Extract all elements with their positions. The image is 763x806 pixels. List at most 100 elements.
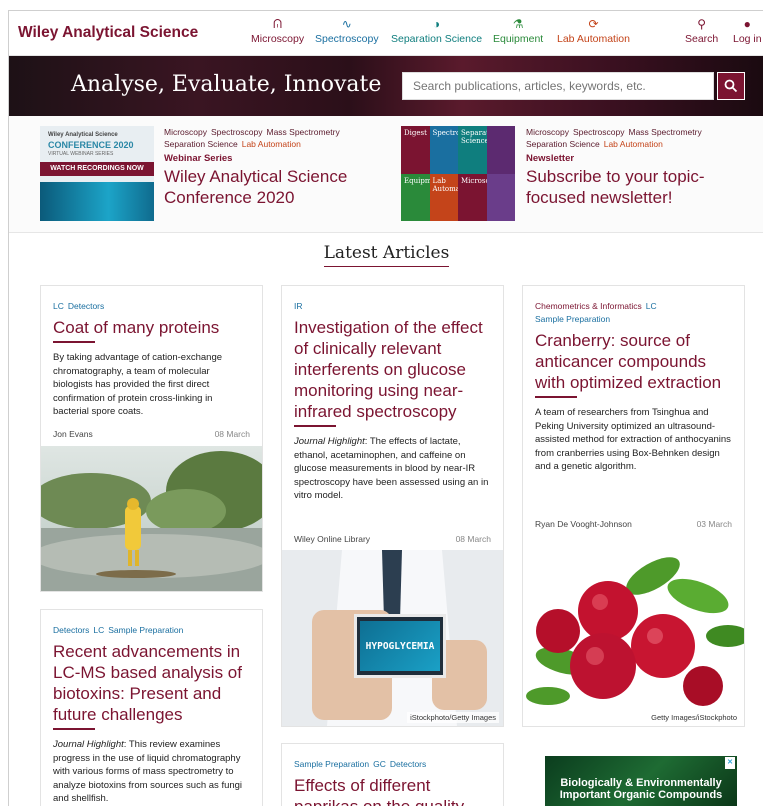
collage-tile: Lab Automation <box>429 173 458 221</box>
section-title: Latest Articles <box>323 243 450 267</box>
hero-title: Analyse, Evaluate, Innovate <box>71 72 382 97</box>
search-button[interactable] <box>717 72 745 100</box>
nav-separation-science[interactable]: ◑ Separation Science <box>391 17 482 45</box>
nav-label: Lab Automation <box>557 33 630 45</box>
tag-link[interactable]: Chemometrics & Informatics <box>535 301 642 311</box>
tag-link[interactable]: Microscopy <box>526 127 569 137</box>
tag-link[interactable]: Mass Spectrometry <box>266 127 339 137</box>
article-excerpt: A team of researchers from Tsinghua and … <box>535 407 731 472</box>
microscope-icon: ᕬ <box>273 17 282 31</box>
nav-label: Microscopy <box>251 33 305 45</box>
site-logo[interactable]: Wiley Analytical Science <box>18 24 198 42</box>
nav-equipment[interactable]: ⚗ Equipment <box>493 17 543 45</box>
nav-login[interactable]: ● Log in <box>733 17 762 45</box>
flood-photo-image[interactable] <box>41 446 262 591</box>
watch-recordings-button[interactable]: WATCH RECORDINGS NOW <box>40 162 154 176</box>
article-tags: Detectors LC Sample Preparation <box>53 624 250 637</box>
nav-label: Log in <box>733 33 762 45</box>
article-title[interactable]: Coat of many proteins <box>53 317 250 338</box>
article-card[interactable]: LC Detectors Coat of many proteins By tak… <box>40 285 263 592</box>
phone-screen: HYPOGLYCEMIA <box>354 614 446 678</box>
nav-search[interactable]: ⚲ Search <box>685 17 718 45</box>
promo-tags: Microscopy Spectroscopy Mass Spectrometry … <box>526 126 706 150</box>
tag-link[interactable]: Mass Spectrometry <box>628 127 701 137</box>
tag-link[interactable]: Separation Science <box>526 139 600 149</box>
title-accent <box>294 425 336 427</box>
collage-tile <box>486 126 515 174</box>
article-title[interactable]: Recent advancements in LC-MS based analy… <box>53 641 250 725</box>
article-excerpt: Journal Highlight: The effects of lactat… <box>294 435 491 503</box>
article-date: 03 March <box>696 519 732 529</box>
article-tags: LC Detectors <box>53 300 250 313</box>
tag-link[interactable]: Microscopy <box>164 127 207 137</box>
article-card[interactable]: Detectors LC Sample Preparation Recent adv… <box>40 609 263 806</box>
tag-link[interactable]: Detectors <box>68 301 104 311</box>
title-accent <box>53 728 95 730</box>
screen-text: HYPOGLYCEMIA <box>360 621 440 671</box>
promo-tags: Microscopy Spectroscopy Mass Spectrometry … <box>164 126 344 150</box>
top-navigation: Wiley Analytical Science ᕬ Microscopy ∿ … <box>9 11 763 56</box>
article-title[interactable]: Effects of different paprikas on the qua… <box>294 775 491 806</box>
banner-graphic <box>40 182 154 221</box>
banner-text: Wiley Analytical Science <box>48 132 118 138</box>
tag-link[interactable]: LC <box>93 625 104 635</box>
tag-link[interactable]: LC <box>53 301 64 311</box>
nav-microscopy[interactable]: ᕬ Microscopy <box>251 17 304 45</box>
promo-title[interactable]: Subscribe to your topic-focused newslett… <box>526 166 726 208</box>
nav-label: Search <box>685 33 719 45</box>
article-tags: Chemometrics & Informatics LC Sample Prep… <box>535 300 732 326</box>
tag-link[interactable]: Spectroscopy <box>573 127 625 137</box>
tag-link[interactable]: Sample Preparation <box>294 759 369 769</box>
tag-link[interactable]: Sample Preparation <box>108 625 183 635</box>
promo-kicker: Webinar Series <box>164 153 233 164</box>
article-excerpt: Journal Highlight: This review examines … <box>53 738 250 806</box>
image-credit: Getty Images/iStockphoto <box>648 712 740 723</box>
search-input[interactable] <box>403 73 713 99</box>
conference-banner-image[interactable]: Wiley Analytical Science CONFERENCE 2020… <box>40 126 154 221</box>
tag-link[interactable]: Sample Preparation <box>535 314 610 324</box>
tag-link[interactable]: LC <box>646 301 657 311</box>
ad-choices-icon[interactable]: ✕ <box>725 757 735 769</box>
article-card[interactable]: Chemometrics & Informatics LC Sample Prep… <box>522 285 745 727</box>
article-card[interactable]: IR Investigation of the effect of clinic… <box>281 285 504 727</box>
article-tags: Sample Preparation GC Detectors <box>294 758 491 771</box>
nav-label: Spectroscopy <box>315 33 379 45</box>
cranberry-photo-image[interactable]: Getty Images/iStockphoto <box>523 536 744 726</box>
tag-link[interactable]: Detectors <box>390 759 426 769</box>
promo-title[interactable]: Wiley Analytical Science Conference 2020 <box>164 166 364 208</box>
collage-tile <box>486 173 515 221</box>
search-icon <box>724 79 738 93</box>
tag-link[interactable]: Detectors <box>53 625 89 635</box>
half-circle-icon: ◑ <box>432 17 441 31</box>
nav-lab-automation[interactable]: ⟳ Lab Automation <box>557 17 630 45</box>
tag-link[interactable]: Lab Automation <box>242 139 301 149</box>
banner-text: CONFERENCE 2020 <box>48 140 134 150</box>
cranberry-illustration <box>523 536 744 726</box>
advertisement-banner[interactable]: ✕ Biologically & Environmentally Importa… <box>545 756 737 806</box>
search-box <box>402 72 714 100</box>
title-accent <box>53 341 95 343</box>
article-meta: Wiley Online Library 08 March <box>294 534 491 544</box>
promo-kicker: Newsletter <box>526 153 575 164</box>
article-card[interactable]: Sample Preparation GC Detectors Effects of… <box>281 743 504 806</box>
tag-link[interactable]: GC <box>373 759 386 769</box>
tag-link[interactable]: Lab Automation <box>604 139 663 149</box>
page: Wiley Analytical Science ᕬ Microscopy ∿ … <box>8 10 763 806</box>
search-icon: ⚲ <box>697 17 707 31</box>
promo-webinar[interactable]: Wiley Analytical Science CONFERENCE 2020… <box>9 126 379 222</box>
tag-link[interactable]: IR <box>294 301 303 311</box>
nav-label: Equipment <box>493 33 544 45</box>
tag-link[interactable]: Separation Science <box>164 139 238 149</box>
article-author: Jon Evans <box>53 429 93 439</box>
newsletter-collage-image[interactable]: Digest Spectroscopy Separation Science E… <box>401 126 515 221</box>
collage-tile: Microscopy <box>458 173 487 221</box>
article-title[interactable]: Cranberry: source of anticancer compound… <box>535 330 732 393</box>
tag-link[interactable]: Spectroscopy <box>211 127 263 137</box>
nav-spectroscopy[interactable]: ∿ Spectroscopy <box>315 17 379 45</box>
article-title[interactable]: Investigation of the effect of clinicall… <box>294 317 491 422</box>
latest-articles-header: Latest Articles <box>9 243 763 267</box>
excerpt-prefix: Journal Highlight <box>294 436 365 447</box>
promo-newsletter[interactable]: Digest Spectroscopy Separation Science E… <box>401 126 761 222</box>
excerpt-prefix: Journal Highlight <box>53 739 124 750</box>
hypoglycemia-photo-image[interactable]: HYPOGLYCEMIA iStockphoto/Getty Images <box>282 550 503 726</box>
